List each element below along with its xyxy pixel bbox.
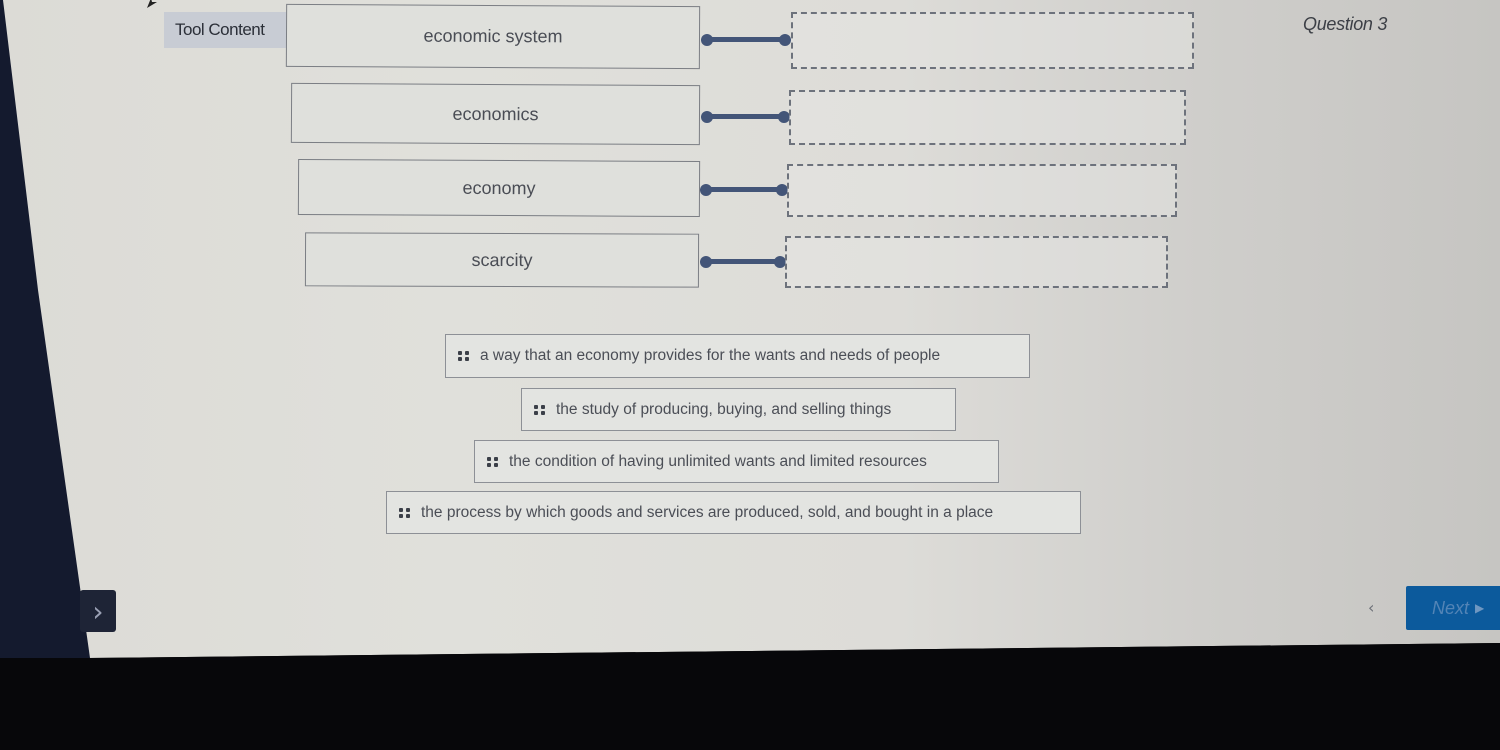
drag-handle-icon[interactable] — [534, 404, 546, 415]
chevron-left-icon: ‹ — [1368, 598, 1375, 617]
connector-icon — [701, 34, 791, 46]
term-box-economics: economics — [290, 82, 701, 146]
answer-tile-label: the study of producing, buying, and sell… — [556, 400, 892, 418]
term-box-scarcity: scarcity — [304, 232, 700, 288]
connector-icon — [701, 111, 790, 123]
drag-handle-icon[interactable] — [399, 507, 411, 518]
answer-tile[interactable]: the process by which goods and services … — [386, 491, 1081, 534]
mouse-cursor-icon — [147, 0, 157, 8]
next-button-label: Next — [1432, 597, 1470, 618]
answer-tile-label: the condition of having unlimited wants … — [509, 452, 927, 470]
answer-tile[interactable]: a way that an economy provides for the w… — [445, 334, 1030, 378]
term-label: economics — [452, 103, 539, 124]
tool-content-label: Tool Content — [175, 20, 265, 39]
answer-tile[interactable]: the condition of having unlimited wants … — [474, 440, 999, 483]
play-arrow-icon: ▶ — [1475, 601, 1485, 615]
drag-handle-icon[interactable] — [487, 456, 499, 467]
answer-tile-label: the process by which goods and services … — [421, 503, 994, 521]
term-label: economy — [462, 177, 536, 198]
question-number: Question 3 — [1303, 14, 1388, 34]
connector-icon — [700, 184, 788, 196]
drop-zone-2[interactable] — [789, 90, 1186, 145]
tool-content-tab[interactable]: Tool Content — [164, 12, 286, 48]
term-box-economic-system: economic system — [285, 3, 701, 70]
chevron-right-icon: › — [92, 594, 104, 628]
next-button[interactable]: Next ▶ — [1406, 586, 1500, 630]
drag-handle-icon[interactable] — [458, 351, 470, 361]
term-label: scarcity — [471, 249, 533, 270]
answer-tile-label: a way that an economy provides for the w… — [480, 347, 941, 364]
screen-area — [0, 0, 1500, 658]
term-box-economy: economy — [297, 158, 701, 218]
drop-zone-1[interactable] — [791, 12, 1194, 69]
drop-zone-3[interactable] — [787, 164, 1177, 217]
term-label: economic system — [423, 25, 563, 47]
connector-icon — [700, 256, 786, 268]
answer-tile[interactable]: the study of producing, buying, and sell… — [521, 388, 956, 431]
sidebar-toggle-button[interactable]: › — [80, 590, 116, 632]
previous-button[interactable]: ‹ — [1368, 598, 1374, 617]
drop-zone-4[interactable] — [785, 236, 1168, 288]
